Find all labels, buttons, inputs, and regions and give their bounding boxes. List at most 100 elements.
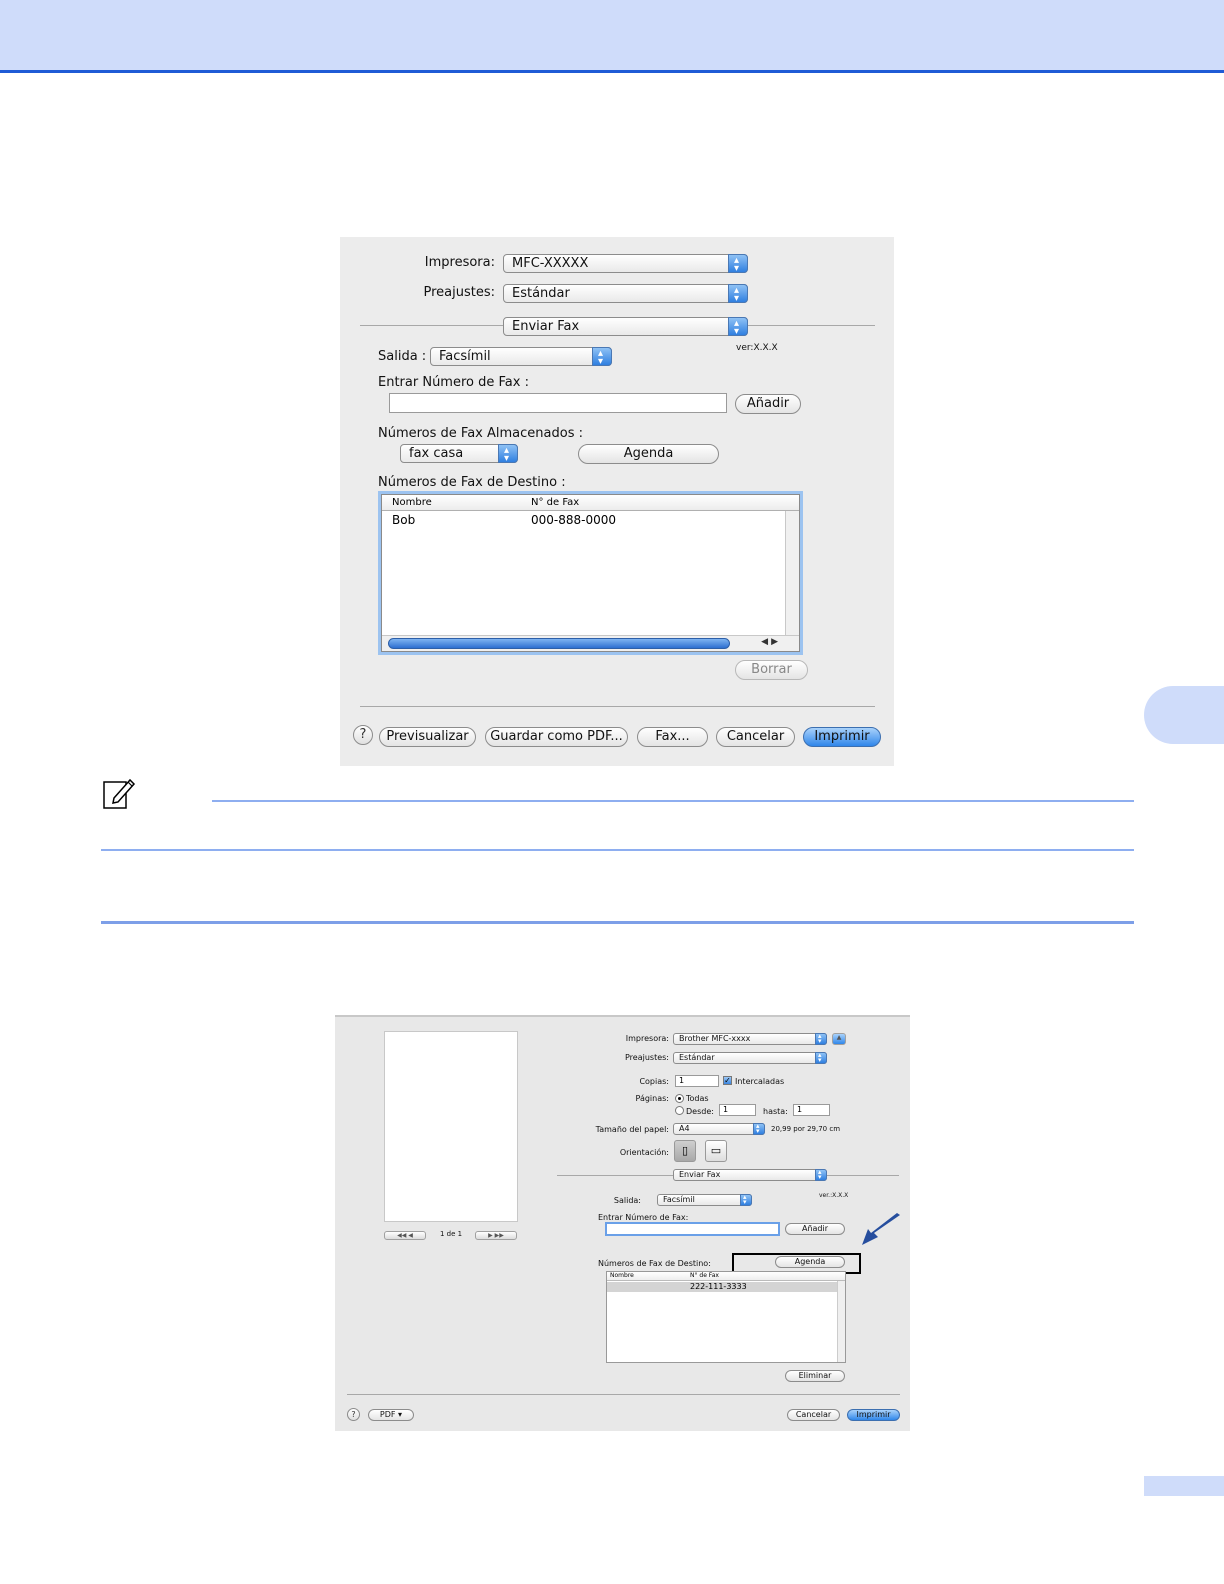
page-indicator: 1 de 1	[440, 1230, 463, 1238]
select-arrows-icon	[815, 1031, 827, 1046]
printer-select[interactable]: Brother MFC-xxxx	[673, 1031, 827, 1046]
cancel-button[interactable]: Cancelar	[787, 1409, 840, 1421]
panel-value: Enviar Fax	[512, 319, 580, 334]
horizontal-scrollbar[interactable]: ◀▶	[382, 635, 799, 651]
select-arrows-icon	[728, 252, 748, 277]
version-label: ver:X.X.X	[736, 343, 778, 353]
to-label: hasta:	[763, 1107, 788, 1116]
vertical-scrollbar[interactable]	[785, 511, 799, 635]
manual-page: Impresora: MFC-XXXXX Preajustes: Estánda…	[0, 0, 1224, 1584]
preview-prev-button[interactable]: ◀◀ ◀	[384, 1231, 426, 1240]
list-item-fax: 222-111-3333	[690, 1282, 747, 1291]
select-arrows-icon	[815, 1050, 827, 1065]
destination-label: Números de Fax de Destino :	[378, 475, 566, 490]
select-arrows-icon	[740, 1192, 752, 1207]
address-book-button[interactable]: Agenda	[578, 444, 719, 464]
version-label: ver.:X.X.X	[819, 1192, 849, 1199]
printer-value: MFC-XXXXX	[512, 256, 589, 271]
list-header: Nombre N° de Fax	[382, 495, 799, 511]
print-button[interactable]: Imprimir	[803, 727, 881, 747]
stored-numbers-label: Números de Fax Almacenados :	[378, 426, 583, 441]
copies-label: Copias:	[639, 1077, 669, 1086]
paper-size-label: Tamaño del papel:	[595, 1125, 669, 1134]
output-value: Facsímil	[663, 1195, 695, 1204]
add-button[interactable]: Añadir	[735, 394, 801, 414]
stored-numbers-select[interactable]: fax casa	[400, 442, 518, 467]
pages-all-label: Todas	[686, 1094, 709, 1103]
pages-all-radio[interactable]	[675, 1094, 684, 1103]
output-select[interactable]: Facsímil	[657, 1192, 752, 1207]
separator	[360, 706, 875, 707]
presets-value: Estándar	[512, 286, 570, 301]
pages-from-radio[interactable]	[675, 1106, 684, 1115]
panel-select[interactable]: Enviar Fax	[503, 315, 748, 340]
panel-select[interactable]: Enviar Fax	[673, 1167, 827, 1182]
select-arrows-icon	[753, 1121, 765, 1136]
pointer-arrow-icon	[862, 1213, 900, 1245]
chapter-tab	[1144, 686, 1224, 744]
list-item[interactable]: 222-111-3333	[607, 1282, 837, 1292]
portrait-orientation-icon[interactable]: ▯	[674, 1140, 696, 1162]
to-input[interactable]: 1	[793, 1104, 830, 1116]
delete-button[interactable]: Eliminar	[785, 1370, 845, 1382]
header-band	[0, 0, 1224, 73]
landscape-orientation-icon[interactable]: ▭	[705, 1140, 727, 1162]
destination-list[interactable]: Nombre N° de Fax Bob 000-888-0000 ◀▶	[381, 494, 800, 652]
scroll-arrows-icon[interactable]: ◀▶	[761, 637, 781, 647]
cancel-button[interactable]: Cancelar	[716, 727, 795, 747]
note-rule-top	[212, 800, 1134, 802]
column-fax: N° de Fax	[531, 497, 580, 508]
paper-size-value: A4	[679, 1124, 690, 1133]
output-label: Salida:	[613, 1196, 641, 1205]
scroll-thumb[interactable]	[388, 638, 730, 649]
copies-input[interactable]: 1	[675, 1075, 719, 1087]
presets-label: Preajustes:	[423, 285, 495, 300]
column-name: Nombre	[610, 1272, 634, 1279]
fax-button[interactable]: Fax...	[637, 727, 708, 747]
panel-value: Enviar Fax	[679, 1170, 721, 1179]
help-icon[interactable]: ?	[347, 1408, 360, 1421]
help-icon[interactable]: ?	[353, 725, 373, 745]
save-as-pdf-button[interactable]: Guardar como PDF...	[485, 727, 628, 747]
select-arrows-icon	[592, 345, 612, 370]
page-number-tab	[1144, 1476, 1224, 1496]
list-item-name[interactable]: Bob	[392, 513, 415, 527]
presets-select[interactable]: Estándar	[673, 1050, 827, 1065]
collated-checkbox[interactable]: ✓	[723, 1076, 732, 1085]
output-select[interactable]: Facsímil	[430, 345, 612, 370]
select-arrows-icon	[728, 282, 748, 307]
destination-list[interactable]: Nombre N° de Fax 222-111-3333	[606, 1271, 846, 1363]
pages-label: Páginas:	[635, 1094, 669, 1103]
printer-select[interactable]: MFC-XXXXX	[503, 252, 748, 277]
list-item-fax[interactable]: 000-888-0000	[531, 513, 616, 527]
delete-button[interactable]: Borrar	[735, 660, 808, 680]
output-value: Facsímil	[439, 349, 491, 364]
column-fax: N° de Fax	[690, 1272, 719, 1279]
separator	[347, 1394, 900, 1395]
printer-label: Impresora:	[625, 1034, 669, 1043]
vertical-scrollbar[interactable]	[837, 1281, 845, 1362]
note-pencil-icon	[103, 778, 136, 809]
paper-dims-label: 20,99 por 29,70 cm	[771, 1125, 841, 1133]
column-name: Nombre	[392, 497, 432, 508]
preview-button[interactable]: Previsualizar	[379, 727, 476, 747]
from-input[interactable]: 1	[719, 1104, 756, 1116]
select-arrows-icon	[498, 442, 518, 467]
presets-select[interactable]: Estándar	[503, 282, 748, 307]
expand-triangle-icon[interactable]: ▲	[832, 1033, 846, 1045]
stored-value: fax casa	[409, 446, 464, 461]
pdf-button[interactable]: PDF ▾	[368, 1409, 414, 1421]
add-button[interactable]: Añadir	[785, 1223, 845, 1235]
presets-value: Estándar	[679, 1053, 715, 1062]
fax-number-input[interactable]	[389, 393, 727, 413]
preview-next-button[interactable]: ▶ ▶▶	[475, 1231, 517, 1240]
paper-size-select[interactable]: A4	[673, 1121, 765, 1136]
print-button[interactable]: Imprimir	[847, 1409, 900, 1421]
select-arrows-icon	[815, 1167, 827, 1182]
print-dialog-fax-1: Impresora: MFC-XXXXX Preajustes: Estánda…	[340, 237, 894, 766]
fax-number-input[interactable]	[605, 1222, 780, 1236]
destination-label: Números de Fax de Destino:	[598, 1259, 711, 1268]
address-book-button[interactable]: Agenda	[775, 1256, 845, 1268]
printer-value: Brother MFC-xxxx	[679, 1034, 751, 1043]
list-header: Nombre N° de Fax	[607, 1272, 845, 1281]
